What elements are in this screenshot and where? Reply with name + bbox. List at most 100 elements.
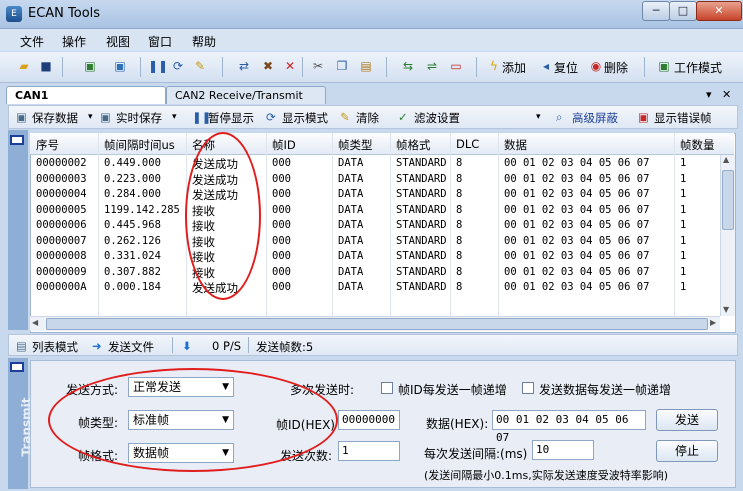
filter-icon: ✓ bbox=[398, 110, 408, 124]
cell-count: 1 bbox=[680, 234, 687, 247]
cell-data: 00 01 02 03 04 05 06 07 bbox=[504, 188, 650, 200]
cell-index: 00000005 bbox=[36, 203, 87, 216]
col-header-data[interactable]: 数据 bbox=[504, 137, 527, 153]
menu-file[interactable]: 文件 bbox=[20, 33, 44, 50]
device-config-icon[interactable]: ▣ bbox=[112, 59, 128, 73]
col-header-frame-id[interactable]: 帧ID bbox=[272, 137, 296, 153]
menu-operate[interactable]: 操作 bbox=[62, 33, 86, 50]
send-file-icon: ➜ bbox=[92, 339, 102, 353]
col-header-dlc[interactable]: DLC bbox=[456, 137, 479, 151]
menu-help[interactable]: 帮助 bbox=[192, 33, 216, 50]
cell-dlc: 8 bbox=[456, 265, 463, 278]
vertical-scroll-thumb[interactable] bbox=[722, 170, 734, 230]
scroll-left-icon[interactable]: ◀ bbox=[32, 318, 38, 327]
cell-index: 00000004 bbox=[36, 188, 87, 200]
brush-icon[interactable]: ✎ bbox=[192, 59, 208, 73]
display-mode-icon: ⟳ bbox=[266, 110, 276, 124]
reset-icon[interactable]: ◂ bbox=[538, 59, 554, 73]
work-mode-button[interactable]: 工作模式 bbox=[674, 59, 722, 76]
cell-data: 00 01 02 03 04 05 06 07 bbox=[504, 219, 650, 231]
cell-index: 00000003 bbox=[36, 172, 87, 185]
scroll-down-icon[interactable]: ▼ bbox=[723, 305, 729, 314]
add-button[interactable]: 添加 bbox=[502, 59, 526, 76]
send-file-button[interactable]: 发送文件 bbox=[108, 339, 154, 355]
cell-data: 00 01 02 03 04 05 06 07 bbox=[504, 172, 650, 185]
stop-button[interactable]: 停止 bbox=[656, 440, 718, 462]
col-header-count[interactable]: 帧数量 bbox=[680, 137, 715, 153]
id-increment-label: 帧ID每发送一帧递增 bbox=[398, 383, 507, 397]
stop-device-icon[interactable]: ▭ bbox=[448, 59, 464, 73]
save-data-button[interactable]: 保存数据 bbox=[32, 110, 78, 126]
maximize-button[interactable]: □ bbox=[669, 1, 697, 21]
advanced-mask-button[interactable]: 高级屏蔽 bbox=[572, 110, 618, 126]
display-mode-button[interactable]: 显示模式 bbox=[282, 110, 328, 126]
refresh-icon[interactable]: ⟳ bbox=[170, 59, 186, 73]
paste-icon[interactable]: ▤ bbox=[358, 59, 374, 73]
cell-frame-format: STANDARD bbox=[396, 265, 447, 278]
cell-frame-format: STANDARD bbox=[396, 203, 447, 216]
delete-circle-icon[interactable]: ◉ bbox=[588, 59, 604, 73]
col-header-interval[interactable]: 帧间隔时间us bbox=[104, 137, 175, 153]
tab-can1[interactable]: CAN1 Receive/Transmit bbox=[6, 86, 166, 119]
usb-icon[interactable]: ⇌ bbox=[424, 59, 440, 73]
id-increment-checkbox[interactable] bbox=[381, 382, 393, 394]
menu-view[interactable]: 视图 bbox=[106, 33, 130, 50]
scroll-right-icon[interactable]: ▶ bbox=[710, 318, 716, 327]
tab-dropdown-icon[interactable]: ▾ bbox=[706, 88, 712, 101]
send-button[interactable]: 发送 bbox=[656, 409, 718, 431]
copy-icon[interactable]: ❐ bbox=[334, 59, 350, 73]
close-button[interactable]: ✕ bbox=[696, 1, 742, 21]
work-mode-icon[interactable]: ▣ bbox=[656, 59, 672, 73]
receive-panel-icon[interactable] bbox=[10, 135, 24, 145]
cell-frame-id: 000 bbox=[272, 281, 291, 293]
receive-toolbar-overflow-icon[interactable]: ▾ bbox=[536, 112, 541, 122]
col-header-index[interactable]: 序号 bbox=[36, 137, 59, 153]
device-icon[interactable]: ▣ bbox=[82, 59, 98, 73]
swap-icon[interactable]: ⇆ bbox=[400, 59, 416, 73]
lightning-icon[interactable]: ϟ bbox=[486, 59, 502, 73]
menu-window[interactable]: 窗口 bbox=[148, 33, 172, 50]
cell-frame-id: 000 bbox=[272, 234, 291, 247]
cell-interval: 0.262.126 bbox=[104, 234, 161, 247]
list-mode-button[interactable]: 列表模式 bbox=[32, 339, 78, 355]
col-header-frame-type[interactable]: 帧类型 bbox=[338, 137, 373, 153]
data-increment-checkbox[interactable] bbox=[522, 382, 534, 394]
minimize-button[interactable]: ─ bbox=[642, 1, 670, 21]
reset-button[interactable]: 复位 bbox=[554, 59, 578, 76]
save-data-dropdown-icon[interactable]: ▾ bbox=[88, 112, 93, 122]
cell-frame-type: DATA bbox=[338, 219, 364, 231]
realtime-save-button[interactable]: 实时保存 bbox=[116, 110, 162, 126]
tab-can2[interactable]: CAN2 Receive/Transmit bbox=[166, 86, 326, 104]
cell-interval: 0.000.184 bbox=[104, 281, 161, 293]
show-error-frame-button[interactable]: 显示错误帧 bbox=[654, 110, 736, 126]
scroll-up-icon[interactable]: ▲ bbox=[723, 155, 729, 164]
interval-input[interactable]: 10 bbox=[532, 440, 594, 460]
tools-icon[interactable]: ✖ bbox=[260, 59, 276, 73]
tab-close-icon[interactable]: ✕ bbox=[722, 88, 731, 101]
data-input[interactable]: 00 01 02 03 04 05 06 07 bbox=[492, 410, 646, 444]
pause-display-button[interactable]: 暂停显示 bbox=[208, 110, 254, 126]
cell-count: 1 bbox=[680, 157, 687, 169]
window-title: ECAN Tools bbox=[28, 6, 101, 21]
cell-data: 00 01 02 03 04 05 06 07 bbox=[504, 281, 650, 293]
transmit-panel-icon[interactable] bbox=[10, 362, 24, 372]
open-folder-icon[interactable]: ▰ bbox=[16, 59, 32, 73]
filter-settings-button[interactable]: 滤波设置 bbox=[414, 110, 460, 126]
clear-button[interactable]: 清除 bbox=[356, 110, 379, 126]
col-header-frame-format[interactable]: 帧格式 bbox=[396, 137, 431, 153]
cell-frame-type: DATA bbox=[338, 234, 364, 247]
cut-icon[interactable]: ✂ bbox=[310, 59, 326, 73]
realtime-save-dropdown-icon[interactable]: ▾ bbox=[172, 112, 177, 122]
cell-dlc: 8 bbox=[456, 172, 463, 185]
save-icon[interactable]: ■ bbox=[38, 59, 54, 73]
cell-frame-type: DATA bbox=[338, 172, 364, 185]
delete-button[interactable]: 删除 bbox=[604, 59, 628, 76]
pause-icon[interactable]: ❚❚ bbox=[148, 59, 168, 73]
cell-frame-type: DATA bbox=[338, 188, 364, 200]
frame-id-input[interactable]: 00000000 bbox=[338, 410, 400, 430]
connect-icon[interactable]: ⇄ bbox=[236, 59, 252, 73]
cell-interval: 0.449.000 bbox=[104, 157, 161, 169]
delete-red-icon[interactable]: ✕ bbox=[282, 59, 298, 73]
send-count-input[interactable]: 1 bbox=[338, 441, 400, 461]
horizontal-scroll-thumb[interactable] bbox=[46, 318, 708, 330]
